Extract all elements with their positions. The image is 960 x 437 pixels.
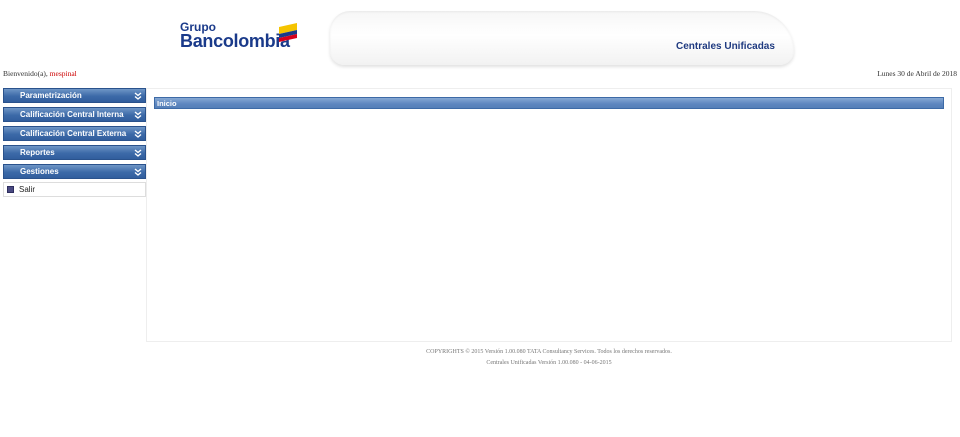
menu-item-reportes[interactable]: Reportes	[3, 145, 146, 160]
section-header-inicio: Inicio	[154, 97, 944, 109]
menu-item-label: Calificación Central Interna	[20, 110, 124, 119]
username: mespinal	[49, 69, 77, 78]
welcome-message: Bienvenido(a), mespinal	[3, 69, 77, 78]
bancolombia-logo[interactable]: Grupo Bancolombia	[180, 21, 300, 51]
sidebar-menu: Parametrización Calificación Central Int…	[3, 88, 146, 197]
menu-item-label: Parametrización	[20, 91, 82, 100]
current-date: Lunes 30 de Abril de 2018	[877, 69, 957, 78]
salir-label: Salir	[19, 185, 36, 194]
section-title: Inicio	[157, 99, 177, 108]
double-chevron-down-icon	[134, 92, 142, 100]
footer-copyright: COPYRIGHTS © 2015 Versión 1.00.080 TATA …	[426, 349, 672, 355]
double-chevron-down-icon	[134, 168, 142, 176]
footer-version: Centrales Unificadas Versión 1.00.080 - …	[486, 360, 612, 366]
menu-item-calificacion-central-interna[interactable]: Calificación Central Interna	[3, 107, 146, 122]
double-chevron-down-icon	[134, 130, 142, 138]
page: Grupo Bancolombia Centrales Unificadas B…	[0, 0, 960, 437]
menu-item-label: Gestiones	[20, 167, 59, 176]
bancolombia-flag-icon	[279, 23, 297, 42]
square-bullet-icon	[7, 186, 14, 193]
menu-item-label: Reportes	[20, 148, 55, 157]
logo-text-bancolombia: Bancolombia	[180, 31, 290, 51]
salir-link[interactable]: Salir	[3, 182, 146, 197]
app-title: Centrales Unificadas	[676, 41, 775, 52]
header-banner	[330, 11, 794, 65]
menu-item-calificacion-central-externa[interactable]: Calificación Central Externa	[3, 126, 146, 141]
menu-item-label: Calificación Central Externa	[20, 129, 127, 138]
double-chevron-down-icon	[134, 149, 142, 157]
menu-item-gestiones[interactable]: Gestiones	[3, 164, 146, 179]
menu-item-parametrizacion[interactable]: Parametrización	[3, 88, 146, 103]
double-chevron-down-icon	[134, 111, 142, 119]
welcome-prefix: Bienvenido(a),	[3, 69, 48, 78]
main-content-panel: Inicio	[146, 88, 952, 342]
